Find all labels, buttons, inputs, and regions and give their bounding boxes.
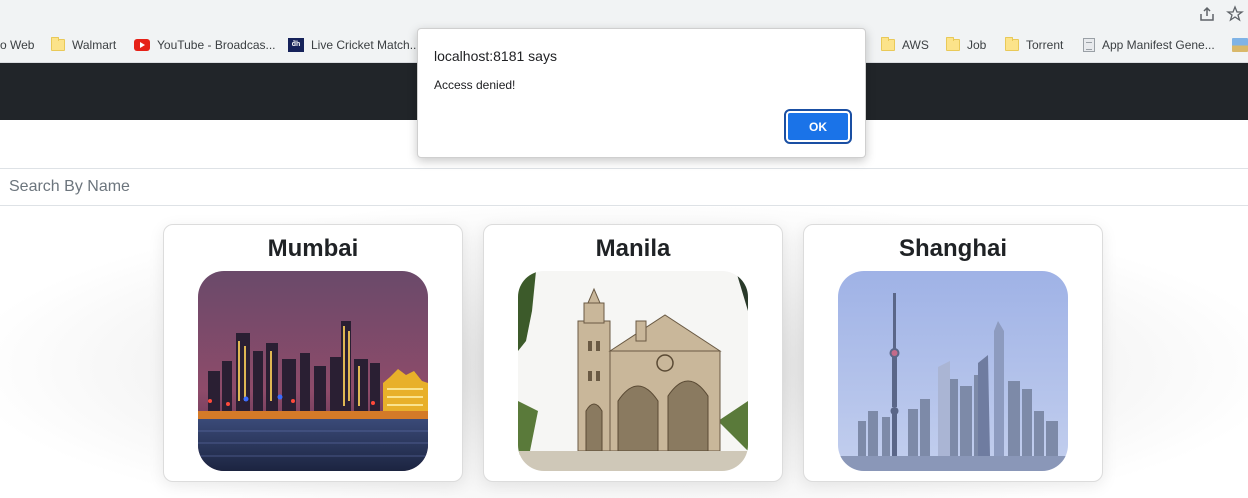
city-name: Shanghai	[898, 235, 1007, 262]
city-name: Mumbai	[267, 235, 359, 262]
browser-toolbar-icons	[1198, 5, 1248, 23]
city-card-shanghai[interactable]: Shanghai	[803, 224, 1103, 482]
bookmark-label: o Web	[0, 38, 35, 52]
bookmark-youtube[interactable]: YouTube - Broadcas...	[134, 36, 276, 54]
bookmark-web[interactable]: o Web	[0, 36, 34, 54]
bookmark-label: AWS	[902, 38, 929, 52]
bookmark-label: Walmart	[72, 38, 117, 52]
alert-message: Access denied!	[434, 78, 516, 92]
alert-title: localhost:8181 says	[434, 48, 557, 64]
youtube-icon	[134, 39, 150, 51]
image-icon	[1232, 38, 1248, 52]
document-icon	[1083, 38, 1095, 52]
share-icon[interactable]	[1198, 5, 1216, 23]
bookmark-label: YouTube - Broadcas...	[157, 38, 276, 52]
folder-icon	[1005, 37, 1019, 51]
bookmark-label: Job	[967, 38, 987, 52]
bookmark-label: Live Cricket Match...	[311, 38, 420, 52]
search-input[interactable]	[0, 169, 1248, 205]
alert-dialog: localhost:8181 says Access denied! OK	[417, 28, 866, 158]
star-icon[interactable]	[1226, 5, 1244, 23]
bookmark-label: App Manifest Gene...	[1102, 38, 1215, 52]
bookmark-image[interactable]	[1232, 36, 1248, 54]
city-name: Manila	[595, 235, 671, 262]
city-image-mumbai	[198, 271, 428, 471]
bookmark-torrent[interactable]: Torrent	[1005, 36, 1063, 54]
folder-icon	[881, 37, 895, 51]
search-bar	[0, 168, 1248, 206]
city-card-manila[interactable]: Manila	[483, 224, 783, 482]
city-image-manila	[518, 271, 748, 471]
folder-icon	[946, 37, 960, 51]
city-card-mumbai[interactable]: Mumbai	[163, 224, 463, 482]
bookmark-label: Torrent	[1026, 38, 1064, 52]
bookmark-app-manifest[interactable]: App Manifest Gene...	[1083, 36, 1215, 54]
bookmark-aws[interactable]: AWS	[881, 36, 929, 54]
bookmark-live-cricket[interactable]: ƌh Live Cricket Match...	[288, 36, 420, 54]
folder-icon	[51, 37, 65, 51]
browser-top-strip	[0, 0, 1248, 28]
bookmark-job[interactable]: Job	[946, 36, 986, 54]
bookmark-walmart[interactable]: Walmart	[51, 36, 116, 54]
ok-button[interactable]: OK	[784, 109, 852, 144]
city-image-shanghai	[838, 271, 1068, 471]
city-cards-area: Mumbai Manila Shanghai	[0, 207, 1248, 498]
dh-icon: ƌh	[288, 38, 304, 52]
